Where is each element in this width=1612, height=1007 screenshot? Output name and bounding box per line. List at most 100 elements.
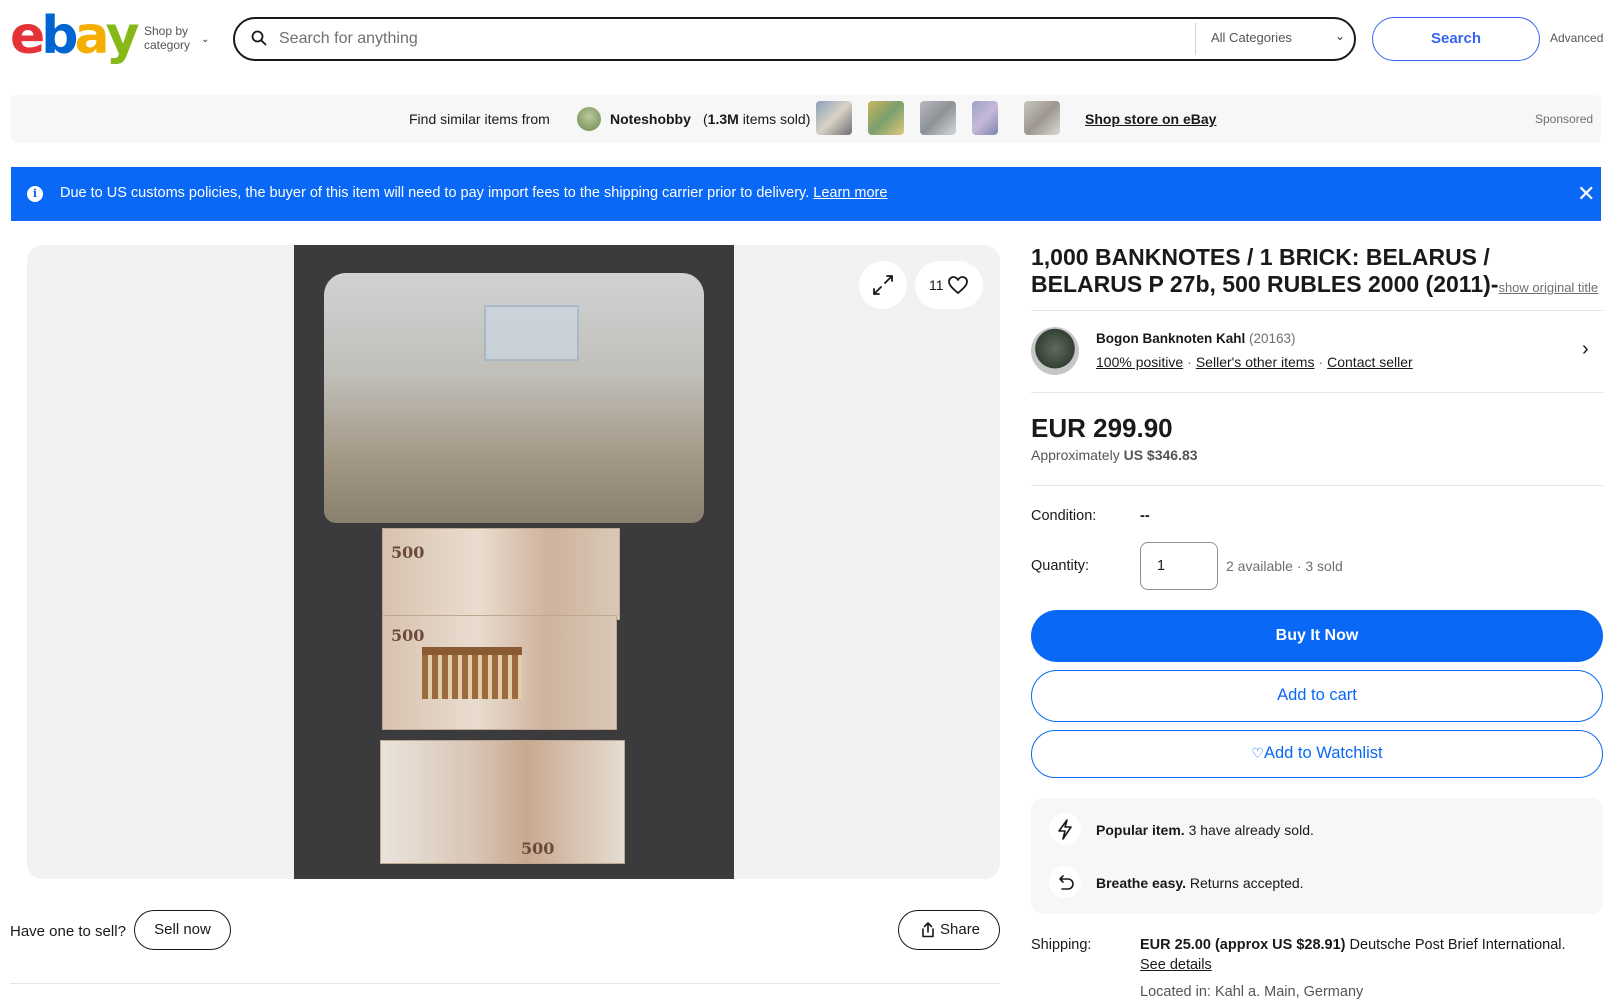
store-item-thumbnail[interactable]	[1024, 101, 1060, 135]
returns-icon-svg	[1059, 875, 1074, 890]
note-denomination: 500	[391, 626, 425, 645]
logo-letter-a: a	[74, 6, 110, 66]
banner-text: Due to US customs policies, the buyer of…	[60, 185, 810, 201]
store-name-link[interactable]: Noteshobby	[610, 111, 691, 127]
shipping-method: Deutsche Post Brief International.	[1349, 937, 1566, 953]
category-select[interactable]: All Categories	[1211, 30, 1292, 45]
lightning-icon	[1049, 813, 1081, 845]
sell-now-button[interactable]: Sell now	[134, 910, 231, 950]
sponsored-label: Sponsored	[1535, 112, 1594, 126]
banknote-front: 500	[382, 528, 620, 620]
banner-message: Due to US customs policies, the buyer of…	[60, 185, 887, 201]
returns-icon	[1049, 866, 1081, 898]
item-location: Located in: Kahl a. Main, Germany	[1140, 984, 1364, 1000]
banknote-building-vignette	[422, 647, 522, 699]
find-similar-text: Find similar items from	[409, 111, 550, 127]
search-button[interactable]: Search	[1372, 17, 1540, 61]
category-divider	[1195, 23, 1196, 55]
store-item-thumbnail[interactable]	[972, 101, 998, 135]
store-avatar[interactable]	[577, 107, 601, 131]
contact-seller-link[interactable]: Contact seller	[1327, 354, 1413, 370]
shipping-cost: EUR 25.00 (approx US $28.91)	[1140, 937, 1346, 953]
logo-letter-y: y	[105, 6, 140, 66]
add-to-cart-button[interactable]: Add to cart	[1031, 670, 1603, 722]
search-bar: All Categories ⌄	[233, 17, 1356, 61]
customs-info-banner: i Due to US customs policies, the buyer …	[11, 167, 1601, 221]
advanced-search-link[interactable]: Advanced	[1550, 31, 1603, 45]
chevron-down-icon: ⌄	[1335, 29, 1346, 43]
divider	[1031, 392, 1603, 393]
condition-value: --	[1140, 508, 1150, 524]
store-sold-count: (1.3M items sold)	[703, 111, 810, 127]
condition-label: Condition:	[1031, 508, 1097, 524]
availability-text: 2 available · 3 sold	[1226, 558, 1343, 574]
search-input[interactable]	[279, 26, 1159, 52]
separator-dot: ·	[1318, 354, 1324, 370]
listing-title-text: 1,000 BANKNOTES / 1 BRICK: BELARUS / BEL…	[1031, 244, 1499, 297]
shipping-value: EUR 25.00 (approx US $28.91) Deutsche Po…	[1140, 937, 1566, 953]
header: ebay Shop by category ⌄ All Categories ⌄…	[0, 0, 1612, 80]
chevron-right-icon[interactable]: ›	[1582, 338, 1589, 361]
popular-item-text: Popular item. 3 have already sold.	[1096, 822, 1314, 838]
store-item-thumbnail[interactable]	[816, 101, 852, 135]
chevron-down-icon: ⌄	[201, 34, 210, 45]
heart-icon: ♡	[1251, 745, 1264, 761]
share-label: Share	[940, 921, 981, 938]
seller-name: Bogon Banknoten Kahl	[1096, 331, 1246, 346]
store-item-thumbnail[interactable]	[920, 101, 956, 135]
divider	[1031, 310, 1603, 311]
listing-title: 1,000 BANKNOTES / 1 BRICK: BELARUS / BEL…	[1031, 244, 1603, 301]
positive-feedback-link[interactable]: 100% positive	[1096, 354, 1183, 370]
expand-icon	[873, 275, 893, 295]
expand-button[interactable]	[859, 261, 907, 309]
store-sold-suffix: items sold)	[742, 111, 811, 127]
highlights-box: Popular item. 3 have already sold. Breat…	[1031, 798, 1603, 914]
watch-count: 11	[929, 277, 944, 293]
share-button[interactable]: Share	[898, 910, 1000, 950]
store-sold-number: 1.3M	[707, 111, 739, 127]
quantity-label: Quantity:	[1031, 558, 1090, 574]
have-one-text: Have one to sell?	[10, 923, 126, 940]
quantity-input[interactable]	[1140, 542, 1218, 590]
seller-avatar[interactable]	[1031, 327, 1079, 375]
shipping-label: Shipping:	[1031, 937, 1092, 953]
popular-bold: Popular item.	[1096, 822, 1185, 838]
shop-store-link[interactable]: Shop store on eBay	[1085, 111, 1216, 127]
seller-info[interactable]: Bogon Banknoten Kahl (20163)	[1096, 331, 1296, 346]
divider	[1031, 485, 1603, 486]
see-details-link[interactable]: See details	[1140, 957, 1212, 973]
seller-links: 100% positive · Seller's other items · Conta…	[1096, 354, 1413, 370]
ebay-logo[interactable]: ebay	[10, 6, 140, 66]
seller-feedback-score: (20163)	[1249, 331, 1296, 346]
image-gallery: 500 500 500 11	[27, 245, 1000, 879]
add-to-watchlist-label: Add to Watchlist	[1263, 744, 1383, 762]
approx-value: US $346.83	[1123, 447, 1198, 463]
buy-it-now-button[interactable]: Buy It Now	[1031, 610, 1603, 662]
product-photo[interactable]: 500 500 500	[294, 245, 734, 879]
divider	[10, 983, 1000, 984]
add-to-watchlist-button[interactable]: ♡Add to Watchlist	[1031, 730, 1603, 778]
logo-letter-e: e	[10, 6, 45, 66]
lightning-icon-svg	[1058, 819, 1072, 840]
sponsored-store-bar: Find similar items from Noteshobby (1.3M…	[11, 95, 1601, 143]
shop-by-line2: category	[144, 38, 191, 52]
store-item-thumbnail[interactable]	[868, 101, 904, 135]
breathe-easy-text: Breathe easy. Returns accepted.	[1096, 875, 1304, 891]
popular-text: 3 have already sold.	[1188, 822, 1314, 838]
show-original-title-link[interactable]: show original title	[1498, 280, 1598, 295]
approx-price: Approximately US $346.83	[1031, 447, 1198, 463]
info-icon: i	[27, 186, 43, 202]
heart-icon	[948, 276, 968, 294]
learn-more-link[interactable]: Learn more	[813, 185, 887, 201]
seller-other-items-link[interactable]: Seller's other items	[1196, 354, 1315, 370]
share-icon	[922, 922, 934, 938]
shop-by-category-button[interactable]: Shop by category	[144, 24, 190, 52]
note-denomination: 500	[391, 543, 425, 562]
note-denomination: 500	[521, 839, 555, 858]
close-icon[interactable]: ✕	[1577, 181, 1595, 207]
watch-button[interactable]: 11	[915, 261, 983, 309]
bag-label	[484, 305, 579, 361]
search-icon	[251, 30, 267, 46]
breathe-text: Returns accepted.	[1189, 875, 1304, 891]
shop-by-line1: Shop by	[144, 24, 189, 38]
